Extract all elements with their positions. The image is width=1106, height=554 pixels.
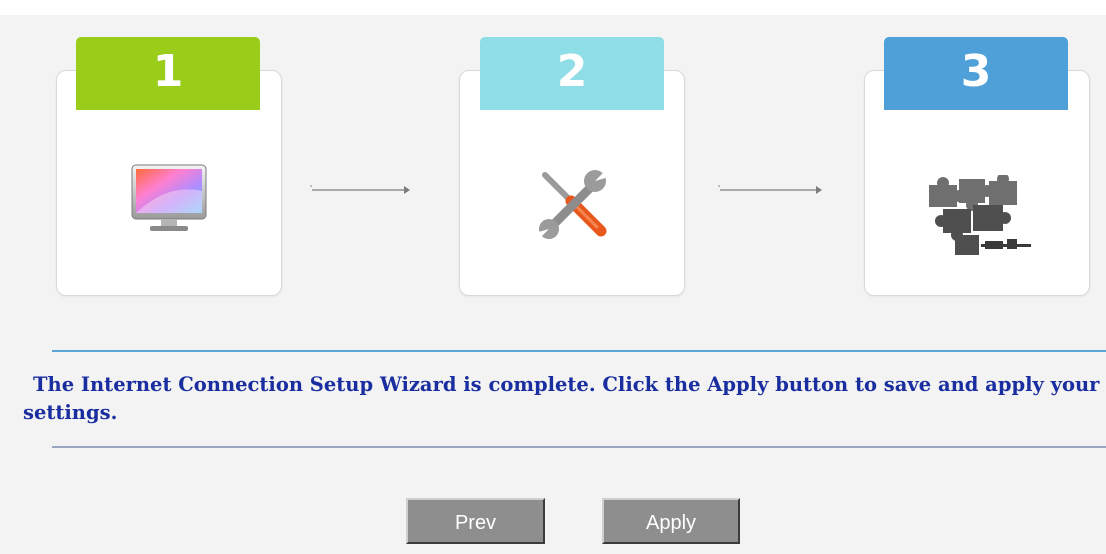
step-3-badge: 3	[884, 37, 1068, 110]
arrow-right-icon	[310, 185, 410, 194]
divider	[52, 350, 1106, 352]
divider	[52, 446, 1106, 448]
step-1-badge: 1	[76, 37, 260, 110]
arrow-right-icon	[718, 185, 822, 194]
apply-button[interactable]: Apply	[602, 498, 740, 544]
completion-message: The Internet Connection Setup Wizard is …	[23, 373, 1100, 424]
monitor-icon	[128, 163, 210, 240]
tools-icon	[531, 163, 613, 250]
step-2-badge: 2	[480, 37, 664, 110]
puzzle-icon	[919, 173, 1035, 270]
prev-button[interactable]: Prev	[406, 498, 545, 544]
